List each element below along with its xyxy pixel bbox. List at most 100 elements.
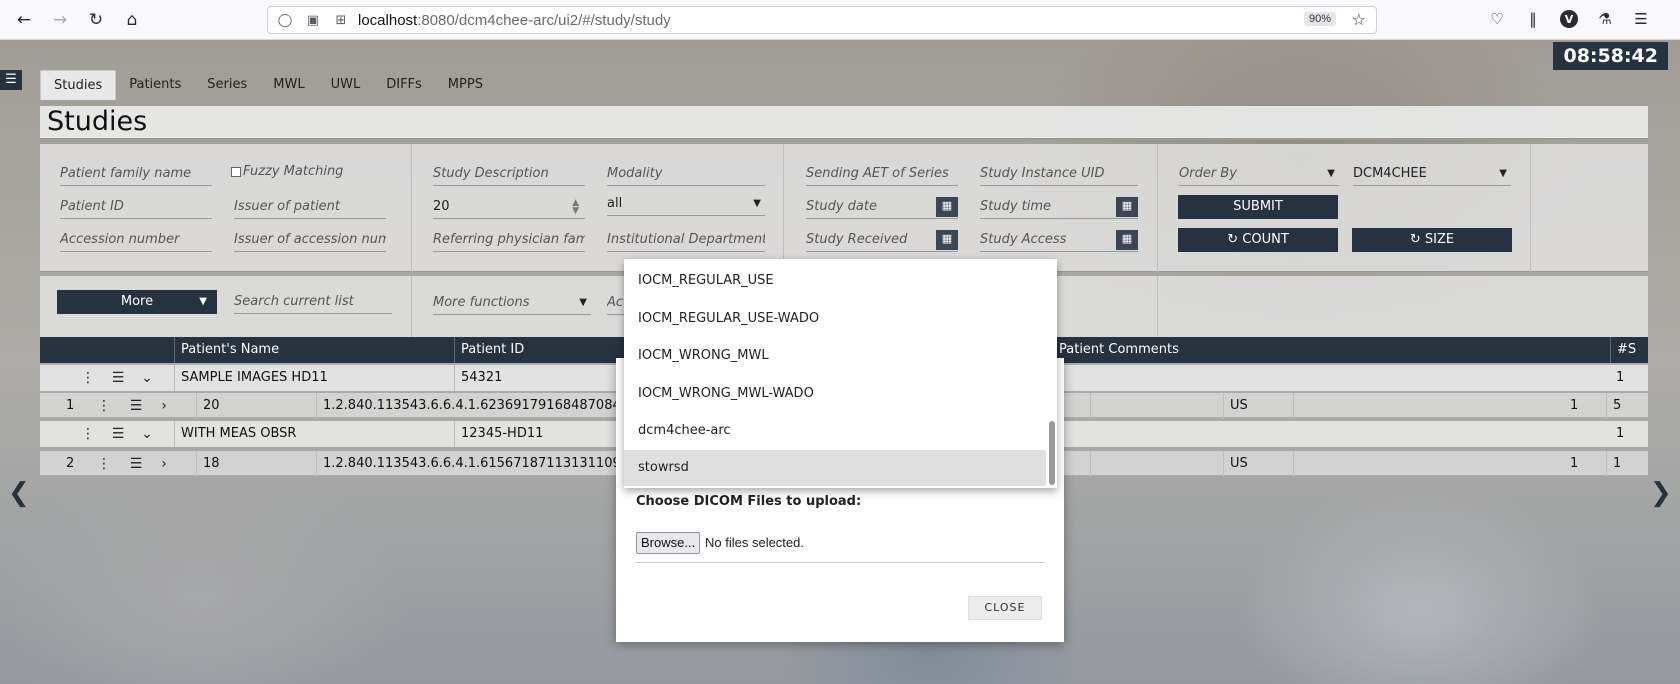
more-vert-icon[interactable]: ⋮ xyxy=(78,365,98,391)
main-tabs: Studies Patients Series MWL UWL DIFFs MP… xyxy=(40,70,496,100)
accession-number-input[interactable]: Accession number xyxy=(60,230,212,252)
column-divider xyxy=(1530,144,1531,272)
tab-studies[interactable]: Studies xyxy=(40,70,117,100)
column-divider xyxy=(411,276,412,338)
aet-select[interactable]: DCM4CHEE ▼ xyxy=(1353,164,1511,186)
more-vert-icon[interactable]: ⋮ xyxy=(94,451,114,477)
chevron-down-icon: ▼ xyxy=(1499,168,1507,179)
calendar-icon[interactable]: ▦ xyxy=(936,230,958,250)
calendar-icon[interactable]: ▦ xyxy=(936,197,958,217)
patient-id-input[interactable]: Patient ID xyxy=(60,197,212,219)
patient-family-name-input[interactable]: Patient family name xyxy=(60,164,212,186)
empty-cell xyxy=(1293,393,1563,419)
reload-icon[interactable]: ↻ xyxy=(78,4,114,36)
extension-icon[interactable]: ⚗ xyxy=(1594,8,1616,30)
close-button[interactable]: CLOSE xyxy=(968,596,1042,620)
chevron-down-icon: ▼ xyxy=(199,296,207,307)
issuer-of-patient-input[interactable]: Issuer of patient xyxy=(234,197,386,219)
more-button[interactable]: More ▼ xyxy=(57,290,217,314)
modality-select[interactable]: all ▼ xyxy=(607,194,765,216)
column-patient-name[interactable]: Patient's Name xyxy=(174,337,454,363)
list-icon[interactable]: ☰ xyxy=(126,393,146,419)
modality-select-value: all xyxy=(607,196,623,211)
tab-diffs[interactable]: DIFFs xyxy=(373,70,435,100)
patient-name-cell: WITH MEAS OBSR xyxy=(174,421,454,447)
tab-uwl[interactable]: UWL xyxy=(318,70,374,100)
issuer-of-accession-input[interactable]: Issuer of accession number xyxy=(234,230,386,252)
aet-dropdown-list[interactable]: IOCM_REGULAR_USE IOCM_REGULAR_USE-WADO I… xyxy=(624,259,1057,488)
order-by-select[interactable]: Order By ▼ xyxy=(1179,164,1339,186)
study-instance-uid-input[interactable]: Study Instance UID xyxy=(980,164,1138,186)
study-date-input[interactable]: Study date ▦ xyxy=(806,197,958,219)
column-patient-comments[interactable]: Patient Comments xyxy=(1053,337,1353,363)
list-icon[interactable]: ☰ xyxy=(108,365,128,391)
study-received-input[interactable]: Study Received ▦ xyxy=(806,230,958,252)
library-icon[interactable]: ‖ xyxy=(1522,8,1544,30)
dropdown-option-selected[interactable]: stowrsd xyxy=(624,450,1046,486)
list-icon[interactable]: ☰ xyxy=(126,451,146,477)
study-date-placeholder: Study date xyxy=(806,199,877,214)
shield-icon[interactable]: ◯ xyxy=(274,13,296,28)
calendar-icon[interactable]: ▦ xyxy=(1116,230,1138,250)
tab-mwl[interactable]: MWL xyxy=(260,70,317,100)
tab-series[interactable]: Series xyxy=(194,70,260,100)
limit-stepper[interactable]: 20 ▲ ▼ xyxy=(433,197,585,219)
stepper-arrows-icon[interactable]: ▲ ▼ xyxy=(572,199,579,216)
chevron-right-icon[interactable]: › xyxy=(154,393,174,419)
fuzzy-matching-label: Fuzzy Matching xyxy=(243,164,344,179)
size-button[interactable]: ↻ SIZE xyxy=(1352,228,1512,252)
filter-panel: Patient family name Fuzzy Matching Patie… xyxy=(40,144,1648,272)
column-series-count[interactable]: #S xyxy=(1610,337,1648,363)
search-current-list-input[interactable]: Search current list xyxy=(234,292,392,314)
calendar-icon[interactable]: ▦ xyxy=(1116,197,1138,217)
sending-aet-input[interactable]: Sending AET of Series xyxy=(806,164,958,186)
dropdown-option[interactable]: IOCM_WRONG_MWL-WADO xyxy=(624,376,1046,412)
side-menu-icon[interactable]: ☰ xyxy=(0,70,22,90)
study-description-input[interactable]: Study Description xyxy=(433,164,585,186)
account-avatar[interactable]: V xyxy=(1558,8,1580,30)
title-bar: Studies xyxy=(40,106,1648,140)
referring-physician-input[interactable]: Referring physician family xyxy=(433,230,585,252)
study-time-input[interactable]: Study time ▦ xyxy=(980,197,1138,219)
study-access-input[interactable]: Study Access ▦ xyxy=(980,230,1138,252)
zoom-level-badge[interactable]: 90% xyxy=(1303,12,1336,26)
url-text[interactable]: localhost:8080/dcm4chee-arc/ui2/#/study/… xyxy=(358,12,671,29)
back-icon[interactable]: ← xyxy=(6,4,42,36)
list-icon[interactable]: ☰ xyxy=(108,421,128,447)
more-vert-icon[interactable]: ⋮ xyxy=(94,393,114,419)
institutional-department-input[interactable]: Institutional Department N xyxy=(607,230,765,252)
instance-count-cell: 1 xyxy=(1570,456,1579,471)
fuzzy-matching-checkbox[interactable]: Fuzzy Matching xyxy=(231,164,343,179)
chevron-right-icon[interactable]: › xyxy=(154,451,174,477)
forward-icon: → xyxy=(52,10,68,30)
chevron-down-icon: ▼ xyxy=(753,198,761,209)
home-icon[interactable]: ⌂ xyxy=(114,4,150,36)
app-menu-icon[interactable]: ☰ xyxy=(1630,8,1652,30)
connection-icon[interactable]: ⊞ xyxy=(330,13,352,28)
submit-button[interactable]: SUBMIT xyxy=(1178,195,1338,219)
dropdown-option[interactable]: IOCM_REGULAR_USE xyxy=(624,263,1046,299)
address-bar[interactable]: ◯ ▣ ⊞ localhost:8080/dcm4chee-arc/ui2/#/… xyxy=(267,6,1377,34)
study-time-placeholder: Study time xyxy=(980,199,1052,214)
dropdown-option[interactable]: IOCM_WRONG_MWL xyxy=(624,338,1046,374)
bookmark-star-icon[interactable]: ☆ xyxy=(1352,10,1366,29)
tab-patients[interactable]: Patients xyxy=(116,70,194,100)
previous-arrow-icon[interactable]: ❮ xyxy=(8,478,30,508)
dropdown-option[interactable]: dcm4chee-arc xyxy=(624,413,1046,449)
refresh-icon: ↻ xyxy=(1409,232,1425,247)
dropdown-option[interactable]: IOCM_REGULAR_USE-WADO xyxy=(624,301,1046,337)
row-index: 1 xyxy=(66,398,75,413)
more-vert-icon[interactable]: ⋮ xyxy=(78,421,98,447)
modality-input[interactable]: Modality xyxy=(607,164,765,186)
browse-button[interactable]: Browse... xyxy=(636,532,701,554)
pocket-icon[interactable]: ♡ xyxy=(1486,8,1508,30)
next-arrow-icon[interactable]: ❯ xyxy=(1650,478,1672,508)
page-icon: ▣ xyxy=(306,12,320,28)
more-functions-select[interactable]: More functions ▼ xyxy=(433,293,591,315)
chevron-down-icon[interactable]: ⌄ xyxy=(137,421,157,447)
dropdown-scrollbar[interactable] xyxy=(1049,421,1055,485)
chevron-down-icon[interactable]: ⌄ xyxy=(137,365,157,391)
tab-mpps[interactable]: MPPS xyxy=(435,70,496,100)
aet-select-value: DCM4CHEE xyxy=(1353,166,1427,181)
count-button[interactable]: ↻ COUNT xyxy=(1178,228,1338,252)
